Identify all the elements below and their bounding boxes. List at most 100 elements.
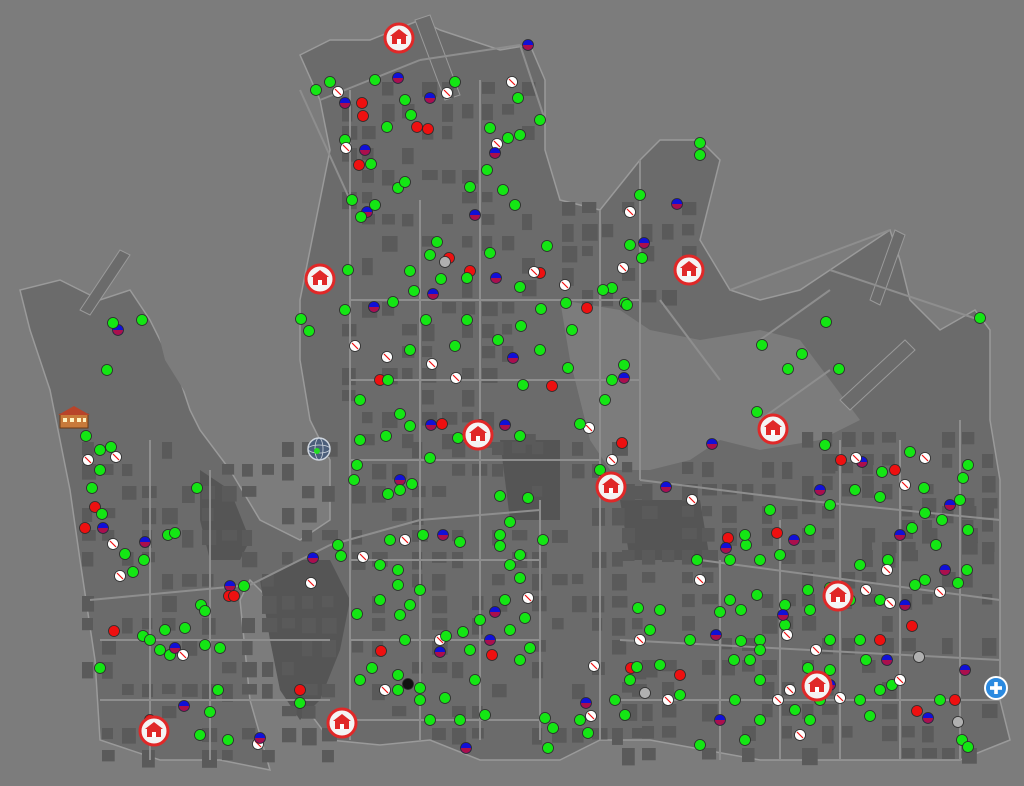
white-marker [559,279,571,291]
green-marker-dot [351,608,363,620]
red-marker [674,669,686,681]
white-marker [884,597,896,609]
green-marker [537,534,549,546]
gray-marker-dot [639,687,651,699]
city-block [512,530,528,541]
green-marker [636,252,648,264]
green-marker [739,734,751,746]
hospital-marker-icon[interactable] [462,419,494,451]
green-marker-dot [824,634,836,646]
green-marker [107,317,119,329]
green-marker-dot [86,482,98,494]
green-marker [961,564,973,576]
gray-marker [439,256,451,268]
city-block [642,572,656,583]
gray-marker-dot [952,716,964,728]
red-marker [108,625,120,637]
green-marker [751,589,763,601]
green-marker-dot [754,714,766,726]
green-marker [962,524,974,536]
red-marker [906,620,918,632]
pin-door [340,724,344,729]
green-marker-dot [961,564,973,576]
hospital-marker-icon[interactable] [138,715,170,747]
red-marker [722,532,734,544]
green-marker [497,184,509,196]
city-map[interactable] [0,0,1024,786]
green-marker-dot [294,697,306,709]
green-marker-dot [864,710,876,722]
blue-marker [671,198,683,210]
city-block [242,684,257,695]
hospital-marker-icon[interactable] [757,413,789,445]
green-marker [779,619,791,631]
city-block [242,728,256,740]
green-marker [684,634,696,646]
city-block [922,726,934,743]
gray-marker-dot [439,256,451,268]
green-marker-dot [169,527,181,539]
city-block [572,684,585,700]
green-marker [514,430,526,442]
green-marker [632,602,644,614]
green-marker [404,344,416,356]
green-marker [464,644,476,656]
hospital-marker-icon[interactable] [383,22,415,54]
hospital-marker-icon[interactable] [801,670,833,702]
green-marker-dot [849,484,861,496]
green-marker [804,524,816,536]
white-marker [624,206,636,218]
city-block [242,464,253,477]
green-marker-dot [394,484,406,496]
green-marker [454,536,466,548]
green-marker-dot [348,474,360,486]
green-marker [169,527,181,539]
hospital-marker-icon[interactable] [326,707,358,739]
green-marker-dot [384,534,396,546]
zoom-in-icon[interactable] [984,676,1008,700]
green-marker [435,273,447,285]
hospital-marker-icon[interactable] [822,580,854,612]
red-marker [411,121,423,133]
green-marker-dot [431,236,443,248]
green-marker-dot [392,579,404,591]
red-marker-dot [616,437,628,449]
hospital-marker-icon[interactable] [595,471,627,503]
green-marker-dot [724,554,736,566]
city-block [142,750,155,768]
green-marker [119,548,131,560]
blue-marker [660,481,672,493]
globe-icon[interactable] [307,437,331,461]
city-block [482,302,498,317]
red-marker-dot [375,645,387,657]
city-block [682,528,697,540]
white-marker [694,574,706,586]
green-marker [342,264,354,276]
red-marker-dot [356,97,368,109]
green-marker [754,634,766,646]
hospital-marker-icon[interactable] [304,263,336,295]
green-marker [519,612,531,624]
city-block [362,258,373,276]
city-block [432,486,447,497]
city-block [342,390,356,402]
city-block [572,728,584,743]
blue-marker [460,742,472,754]
city-block [432,574,446,591]
green-marker-dot [962,459,974,471]
green-marker-dot [324,76,336,88]
green-marker [335,550,347,562]
red-marker [835,454,847,466]
hospital-marker-icon[interactable] [673,254,705,286]
city-block [322,486,335,502]
city-block [282,596,295,610]
map-canvas[interactable] [0,0,1024,786]
white-marker [794,729,806,741]
green-marker-dot [876,466,888,478]
green-marker [461,272,473,284]
green-marker-dot [751,406,763,418]
green-marker-dot [408,285,420,297]
city-block [902,748,915,759]
green-marker [294,697,306,709]
city-block [432,662,448,674]
